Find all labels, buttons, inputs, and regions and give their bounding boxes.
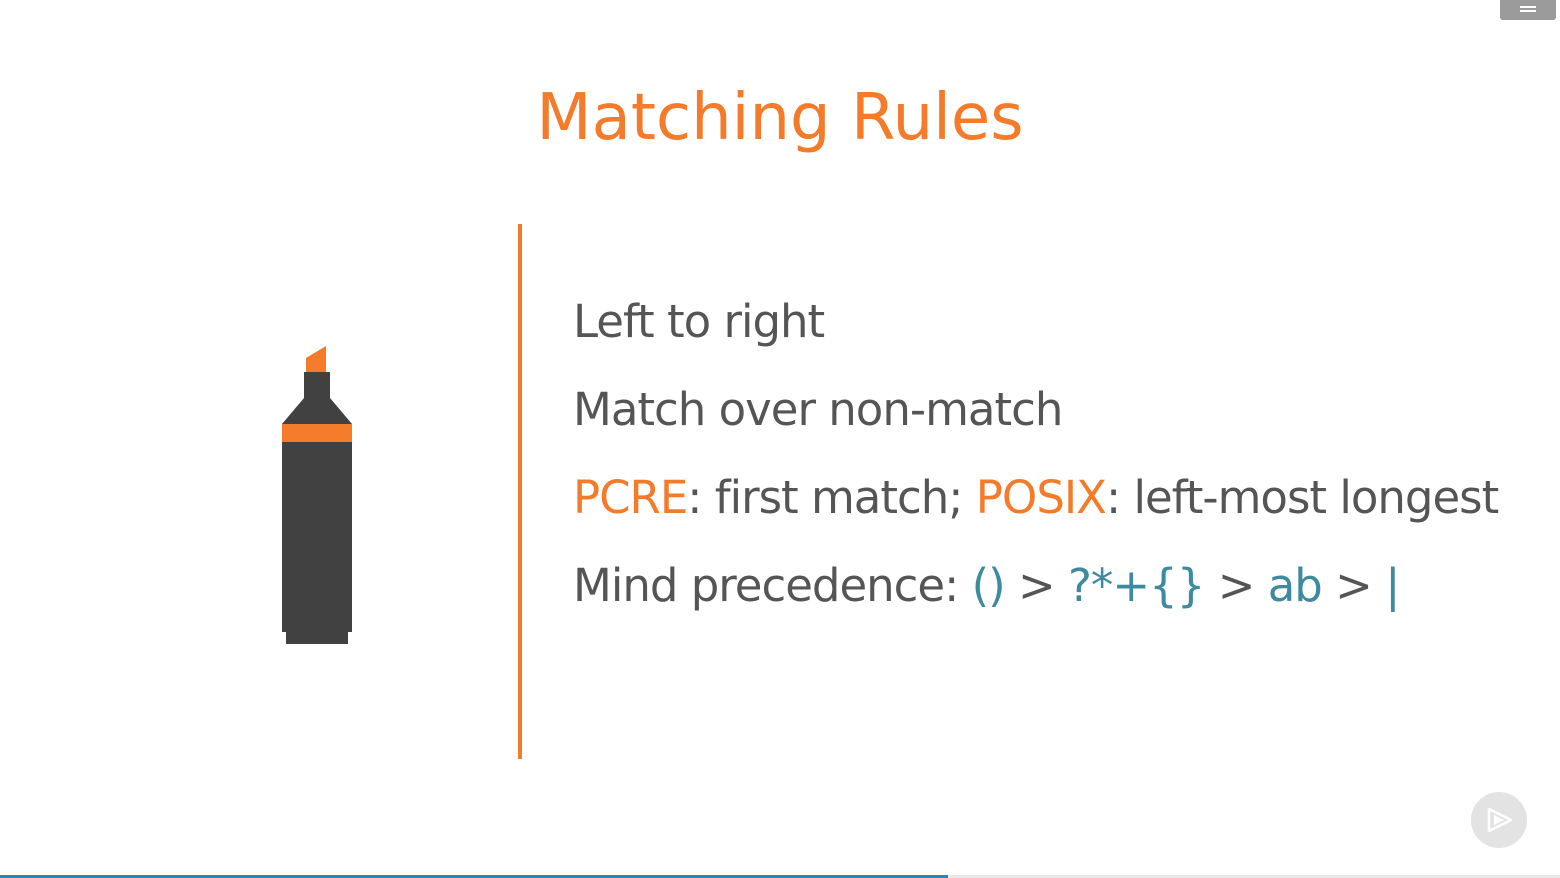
rule-pcre-vs-posix: PCRE: first match; POSIX: left-most long…: [573, 466, 1499, 554]
menu-icon: [1520, 10, 1536, 12]
precedence-sequence: ab: [1267, 559, 1323, 612]
precedence-alternation: |: [1385, 559, 1400, 612]
menu-button[interactable]: [1500, 0, 1556, 20]
pcre-description: : first match;: [687, 471, 976, 524]
rule-text: Match over non-match: [573, 383, 1063, 436]
precedence-label: Mind precedence:: [573, 559, 972, 612]
rule-match-over-non-match: Match over non-match: [573, 378, 1498, 466]
pluralsight-play-icon: [1487, 807, 1513, 833]
precedence-gt: >: [1204, 559, 1268, 612]
slide-title: Matching Rules: [536, 81, 1024, 155]
precedence-gt: >: [1321, 559, 1386, 612]
rule-precedence: Mind precedence: () > ?*+{} > ab > |: [573, 554, 1498, 642]
posix-label: POSIX: [975, 471, 1107, 524]
posix-description: : left-most longest: [1106, 471, 1499, 524]
pcre-label: PCRE: [573, 471, 688, 524]
rule-text: Left to right: [573, 295, 825, 348]
precedence-gt: >: [1004, 559, 1069, 612]
vertical-divider: [518, 224, 522, 759]
player-logo-button[interactable]: [1471, 792, 1527, 848]
highlighter-marker-icon: [282, 346, 352, 644]
precedence-groups: (): [971, 559, 1006, 612]
rules-list: Left to right Match over non-match PCRE:…: [573, 290, 1499, 642]
rule-left-to-right: Left to right: [573, 290, 1498, 378]
precedence-quantifiers: ?*+{}: [1068, 559, 1205, 612]
